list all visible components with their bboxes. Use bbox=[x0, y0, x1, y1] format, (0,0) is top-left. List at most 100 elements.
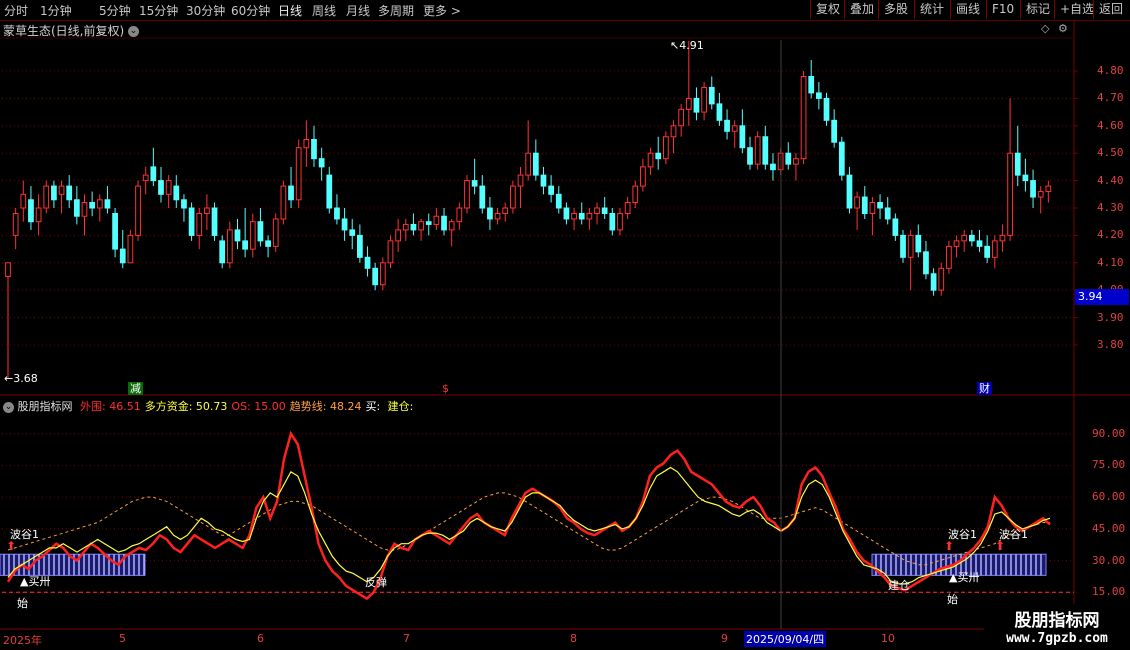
candle-up bbox=[938, 267, 945, 291]
finance-marker[interactable]: 财 bbox=[977, 382, 992, 395]
candle-up bbox=[991, 240, 998, 258]
candle-up bbox=[35, 207, 42, 223]
candle-up bbox=[249, 221, 256, 250]
candle-down bbox=[915, 234, 922, 253]
candle-up bbox=[946, 245, 952, 269]
candle-down bbox=[770, 163, 776, 171]
candle-up bbox=[204, 207, 210, 214]
low-annotation: ←3.68 bbox=[4, 372, 38, 385]
candle-down bbox=[234, 229, 241, 242]
candle-up bbox=[869, 202, 876, 214]
candle-up bbox=[624, 202, 631, 214]
candle-up bbox=[678, 108, 685, 127]
candle-up bbox=[272, 218, 279, 247]
candle-down bbox=[181, 199, 187, 209]
indicator-tick-label: 90.00 bbox=[1092, 426, 1126, 440]
candle-up bbox=[135, 185, 141, 236]
price-tick-label: 4.40 bbox=[1097, 173, 1124, 187]
candle-down bbox=[326, 174, 333, 209]
candle-up bbox=[685, 97, 692, 110]
candle-up bbox=[670, 125, 677, 138]
candle-down bbox=[601, 207, 608, 214]
candle-up bbox=[418, 221, 424, 231]
candle-down bbox=[471, 180, 478, 187]
price-tick-label: 4.50 bbox=[1097, 146, 1124, 160]
indicator-value: 趋势线: 48.24 bbox=[289, 400, 362, 413]
candle-down bbox=[532, 152, 539, 176]
indicator-tick-label: 75.00 bbox=[1092, 458, 1126, 472]
candle-down bbox=[563, 207, 570, 220]
date-label-jul: 7 bbox=[403, 632, 410, 645]
candle-down bbox=[884, 207, 891, 220]
indicator-value: 多方资金: 50.73 bbox=[144, 400, 228, 413]
indicator-tick-label: 45.00 bbox=[1092, 521, 1126, 535]
date-label-sep: 9 bbox=[721, 632, 728, 645]
candle-down bbox=[693, 97, 700, 113]
crosshair-date-label: 2025/09/04/四 bbox=[744, 631, 827, 647]
dollar-marker[interactable]: $ bbox=[440, 382, 451, 395]
candle-down bbox=[119, 248, 126, 264]
date-label-year: 2025年 bbox=[3, 634, 42, 647]
price-tick-label: 4.70 bbox=[1097, 91, 1124, 105]
price-tick-label: 4.20 bbox=[1097, 228, 1124, 242]
candle-down bbox=[708, 86, 715, 105]
watermark-url: www.7gpzb.com bbox=[1006, 631, 1108, 646]
candle-down bbox=[357, 234, 363, 258]
candle-up bbox=[58, 185, 65, 195]
kline-chart-canvas[interactable] bbox=[0, 0, 1130, 650]
watermark: 股朋指标网 www.7gpzb.com bbox=[984, 604, 1130, 650]
indicator-tick-label: 60.00 bbox=[1092, 490, 1126, 504]
candle-up bbox=[662, 136, 669, 160]
candle-down bbox=[425, 221, 432, 225]
reduce-marker[interactable]: 减 bbox=[128, 382, 143, 395]
candle-up bbox=[12, 212, 19, 236]
candle-down bbox=[578, 212, 585, 220]
candle-up bbox=[754, 136, 761, 165]
candle-up bbox=[43, 185, 50, 209]
indicator-header: ⌄ 股朋指标网 外围: 46.51 多方资金: 50.73 OS: 15.00 趋势线… bbox=[3, 398, 413, 414]
candle-up bbox=[456, 207, 463, 223]
high-annotation-value: 4.91 bbox=[679, 39, 704, 52]
candle-down bbox=[257, 221, 264, 242]
indicator-value: OS: 15.00 bbox=[231, 400, 286, 413]
current-price-tag: 3.94 bbox=[1075, 289, 1129, 305]
candle-down bbox=[655, 152, 662, 160]
candle-up bbox=[295, 147, 302, 201]
candle-up bbox=[127, 234, 134, 264]
date-label-aug: 8 bbox=[570, 632, 577, 645]
candle-up bbox=[640, 166, 646, 187]
candle-down bbox=[479, 185, 486, 209]
candle-up bbox=[196, 212, 203, 236]
candle-up bbox=[379, 262, 386, 286]
buy-signal-label-2: ▲买卅 bbox=[949, 571, 980, 584]
candle-down bbox=[487, 207, 493, 220]
candle-down bbox=[188, 207, 195, 236]
candle-down bbox=[173, 185, 180, 201]
candle-up bbox=[1007, 152, 1013, 236]
candle-up bbox=[395, 229, 402, 242]
rebound-label: 反弹 bbox=[365, 576, 387, 589]
indicator-name[interactable]: 股朋指标网 bbox=[18, 400, 73, 413]
candle-down bbox=[976, 240, 983, 247]
chevron-down-icon[interactable]: ⌄ bbox=[3, 401, 14, 413]
high-annotation: ↖4.91 bbox=[670, 39, 704, 52]
candle-up bbox=[800, 75, 807, 160]
candle-down bbox=[28, 199, 34, 223]
candle-up bbox=[81, 202, 88, 217]
candle-down bbox=[104, 199, 111, 209]
candle-up bbox=[953, 240, 960, 247]
candle-up bbox=[517, 174, 524, 187]
indicator-values: 外围: 46.51 多方资金: 50.73 OS: 15.00 趋势线: 48.24 买… bbox=[76, 400, 413, 413]
candle-down bbox=[609, 212, 616, 231]
candle-up bbox=[494, 212, 501, 220]
candle-up bbox=[510, 185, 516, 209]
candle-down bbox=[540, 174, 547, 187]
candle-down bbox=[861, 196, 868, 214]
candle-down bbox=[288, 185, 294, 201]
candle-up bbox=[502, 207, 509, 214]
candle-down bbox=[349, 229, 356, 236]
candle-down bbox=[815, 92, 822, 99]
start-label-1: 始 bbox=[17, 597, 28, 610]
candle-down bbox=[548, 185, 554, 195]
candle-up bbox=[387, 240, 394, 264]
